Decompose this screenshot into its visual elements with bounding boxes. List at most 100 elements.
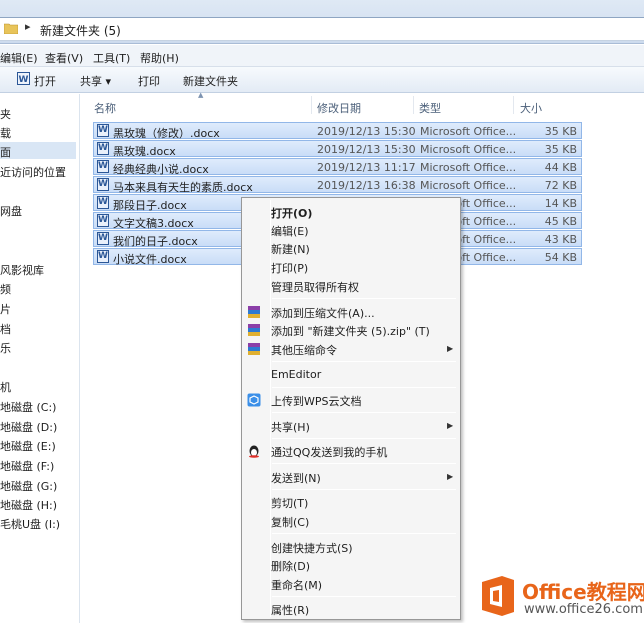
wps-cloud-icon <box>247 393 261 407</box>
menu-separator <box>272 438 456 439</box>
column-divider[interactable] <box>311 96 312 114</box>
file-row[interactable]: W 经典经典小说.docx 2019/12/13 11:17 Microsoft… <box>93 158 582 176</box>
print-button[interactable]: 打印 <box>138 73 160 89</box>
ctx-print[interactable]: 打印(P) <box>271 260 308 276</box>
file-name: 经典经典小说.docx <box>113 163 209 176</box>
file-name: 马本来具有天生的素质.docx <box>113 181 253 194</box>
file-type: Microsoft Office... <box>420 125 517 138</box>
file-date: 2019/12/13 15:30 <box>317 125 416 138</box>
word-doc-icon: W <box>97 142 109 155</box>
file-name: 黑玫瑰.docx <box>113 145 176 158</box>
winrar-icon <box>248 306 260 318</box>
word-doc-icon: W <box>97 196 109 209</box>
column-header-size[interactable]: 大小 <box>520 100 542 116</box>
file-type: Microsoft Office... <box>420 179 517 192</box>
ctx-create-shortcut[interactable]: 创建快捷方式(S) <box>271 540 353 556</box>
ctx-take-ownership[interactable]: 管理员取得所有权 <box>271 279 359 295</box>
submenu-arrow-icon: ▶ <box>447 344 454 353</box>
menu-separator <box>272 361 456 362</box>
column-divider[interactable] <box>413 96 414 114</box>
ctx-share[interactable]: 共享(H) <box>271 419 310 435</box>
open-button[interactable]: 打开 <box>34 73 56 89</box>
menu-separator <box>272 387 456 388</box>
word-doc-icon: W <box>97 250 109 263</box>
command-bar: W 打开 共享 ▾ 打印 新建文件夹 <box>0 67 644 93</box>
column-header-name[interactable]: 名称 <box>94 100 116 116</box>
ctx-open[interactable]: 打开(O) <box>271 205 312 221</box>
menu-separator <box>272 533 456 534</box>
file-row[interactable]: W 黑玫瑰（修改）.docx 2019/12/13 15:30 Microsof… <box>93 122 582 140</box>
watermark-url: www.office26.com <box>524 602 643 617</box>
word-doc-icon: W <box>97 160 109 173</box>
menu-separator <box>272 298 456 299</box>
nav-item-drive-d[interactable]: 地磁盘 (D:) <box>0 419 57 435</box>
word-doc-icon: W <box>17 72 30 85</box>
share-button[interactable]: 共享 ▾ <box>80 73 111 89</box>
file-size: 44 KB <box>544 161 577 174</box>
ctx-rename[interactable]: 重命名(M) <box>271 577 322 593</box>
ctx-emeditor[interactable]: EmEditor <box>271 368 321 381</box>
nav-item-downloads[interactable]: 载 <box>0 125 11 141</box>
breadcrumb-path[interactable]: 新建文件夹 (5) <box>40 22 121 39</box>
column-header-date[interactable]: 修改日期 <box>317 100 361 116</box>
menu-help[interactable]: 帮助(H) <box>140 50 179 66</box>
file-row[interactable]: W 黑玫瑰.docx 2019/12/13 15:30 Microsoft Of… <box>93 140 582 158</box>
nav-item-drive-g[interactable]: 地磁盘 (G:) <box>0 478 57 494</box>
nav-item-computer[interactable]: 机 <box>0 379 11 395</box>
ctx-send-qq[interactable]: 通过QQ发送到我的手机 <box>271 444 387 460</box>
navigation-pane: 夹 载 面 近访问的位置 网盘 风影视库 频 片 档 乐 机 地磁盘 (C:) … <box>0 94 80 623</box>
qq-penguin-icon <box>249 445 259 458</box>
new-folder-button[interactable]: 新建文件夹 <box>183 73 238 89</box>
ctx-send-to[interactable]: 发送到(N) <box>271 470 321 486</box>
file-size: 72 KB <box>544 179 577 192</box>
ctx-edit[interactable]: 编辑(E) <box>271 223 309 239</box>
winrar-icon <box>248 343 260 355</box>
winrar-icon <box>248 324 260 336</box>
nav-item-documents[interactable]: 档 <box>0 321 11 337</box>
submenu-arrow-icon: ▶ <box>447 421 454 430</box>
address-bar[interactable]: ▸ 新建文件夹 (5) <box>0 17 644 41</box>
svg-text:W: W <box>19 75 29 85</box>
nav-item-music[interactable]: 乐 <box>0 340 11 356</box>
nav-item-video-library[interactable]: 风影视库 <box>0 262 44 278</box>
ctx-copy[interactable]: 复制(C) <box>271 514 309 530</box>
nav-item-drive-i[interactable]: 毛桃U盘 (I:) <box>0 516 60 532</box>
watermark-title: Office教程网 <box>522 580 644 604</box>
file-size: 14 KB <box>544 197 577 210</box>
word-doc-icon: W <box>97 232 109 245</box>
ctx-properties[interactable]: 属性(R) <box>271 602 309 618</box>
word-doc-icon: W <box>97 124 109 137</box>
file-row[interactable]: W 马本来具有天生的素质.docx 2019/12/13 16:38 Micro… <box>93 176 582 194</box>
nav-item-drive-e[interactable]: 地磁盘 (E:) <box>0 438 56 454</box>
ctx-cut[interactable]: 剪切(T) <box>271 495 308 511</box>
menu-separator <box>272 412 456 413</box>
ctx-new[interactable]: 新建(N) <box>271 241 310 257</box>
nav-item-pictures[interactable]: 片 <box>0 301 11 317</box>
ctx-other-compress[interactable]: 其他压缩命令 <box>271 342 337 358</box>
nav-item-netdisk[interactable]: 网盘 <box>0 203 22 219</box>
ctx-delete[interactable]: 删除(D) <box>271 558 310 574</box>
ctx-add-to-archive[interactable]: 添加到压缩文件(A)... <box>271 305 375 321</box>
word-doc-icon: W <box>97 178 109 191</box>
nav-item-videos[interactable]: 频 <box>0 281 11 297</box>
sort-ascending-icon: ▲ <box>198 91 204 99</box>
ctx-add-to-zip[interactable]: 添加到 "新建文件夹 (5).zip" (T) <box>271 323 430 339</box>
menu-separator <box>272 596 456 597</box>
context-menu: 打开(O) 编辑(E) 新建(N) 打印(P) 管理员取得所有权 添加到压缩文件… <box>241 197 461 620</box>
nav-item-recent-places[interactable]: 近访问的位置 <box>0 164 66 180</box>
menu-edit[interactable]: 编辑(E) <box>0 50 38 66</box>
menu-tools[interactable]: 工具(T) <box>93 50 130 66</box>
nav-item-desktop[interactable]: 面 <box>0 142 76 159</box>
nav-item-favorites[interactable]: 夹 <box>0 106 11 122</box>
file-type: Microsoft Office... <box>420 161 517 174</box>
nav-item-drive-h[interactable]: 地磁盘 (H:) <box>0 497 57 513</box>
column-divider[interactable] <box>513 96 514 114</box>
file-size: 45 KB <box>544 215 577 228</box>
ctx-upload-wps[interactable]: 上传到WPS云文档 <box>271 393 362 409</box>
nav-item-drive-c[interactable]: 地磁盘 (C:) <box>0 399 56 415</box>
breadcrumb-arrow-icon[interactable]: ▸ <box>25 20 31 33</box>
menu-separator <box>272 489 456 490</box>
nav-item-drive-f[interactable]: 地磁盘 (F:) <box>0 458 54 474</box>
column-header-type[interactable]: 类型 <box>419 100 441 116</box>
menu-view[interactable]: 查看(V) <box>45 50 83 66</box>
